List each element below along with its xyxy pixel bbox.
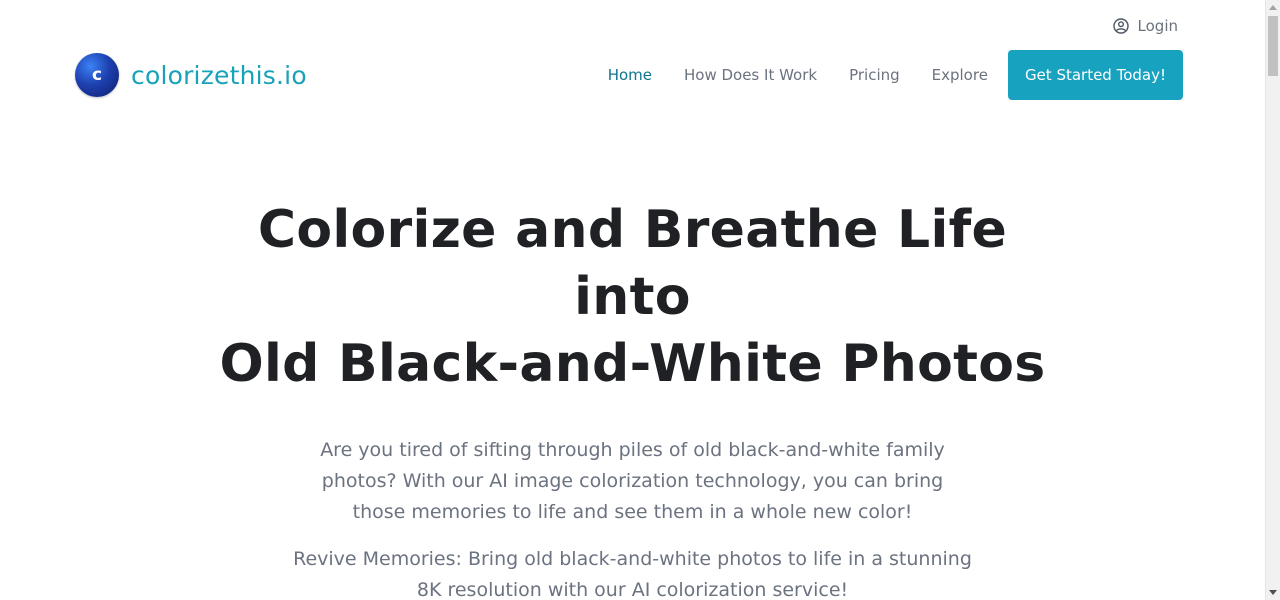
brand-name: colorizethis.io	[131, 60, 307, 90]
login-label: Login	[1137, 17, 1178, 35]
scroll-down-arrow-icon[interactable]	[1269, 590, 1277, 595]
user-circle-icon	[1112, 18, 1129, 34]
login-link[interactable]: Login	[1112, 17, 1178, 35]
hero-title-line-2: Old Black-and-White Photos	[219, 334, 1046, 394]
nav-item-how-does-it-work[interactable]: How Does It Work	[684, 66, 817, 84]
nav-menu: Home How Does It Work Pricing Explore Ge…	[608, 50, 1183, 100]
brand-logo-letter: c	[91, 64, 103, 85]
page: Login c colorizethis.io Home How Does It…	[0, 0, 1265, 600]
hero-title-line-1: Colorize and Breathe Life into	[257, 200, 1008, 327]
nav-item-home[interactable]: Home	[608, 66, 652, 84]
main-navigation: c colorizethis.io Home How Does It Work …	[75, 50, 1183, 100]
hero-lead-text: Are you tired of sifting through piles o…	[320, 439, 945, 523]
brand-logo-icon: c	[75, 53, 119, 97]
nav-item-explore[interactable]: Explore	[932, 66, 988, 84]
hero-sub-text: Revive Memories: Bring old black-and-whi…	[293, 548, 972, 600]
brand-logo-link[interactable]: c colorizethis.io	[75, 53, 307, 97]
hero-title: Colorize and Breathe Life into Old Black…	[203, 197, 1063, 398]
scroll-up-arrow-icon[interactable]	[1269, 5, 1277, 10]
vertical-scrollbar[interactable]	[1265, 0, 1280, 600]
nav-item-pricing[interactable]: Pricing	[849, 66, 900, 84]
scrollbar-thumb[interactable]	[1268, 16, 1278, 76]
hero-section: Colorize and Breathe Life into Old Black…	[0, 197, 1265, 600]
get-started-button[interactable]: Get Started Today!	[1007, 50, 1183, 100]
